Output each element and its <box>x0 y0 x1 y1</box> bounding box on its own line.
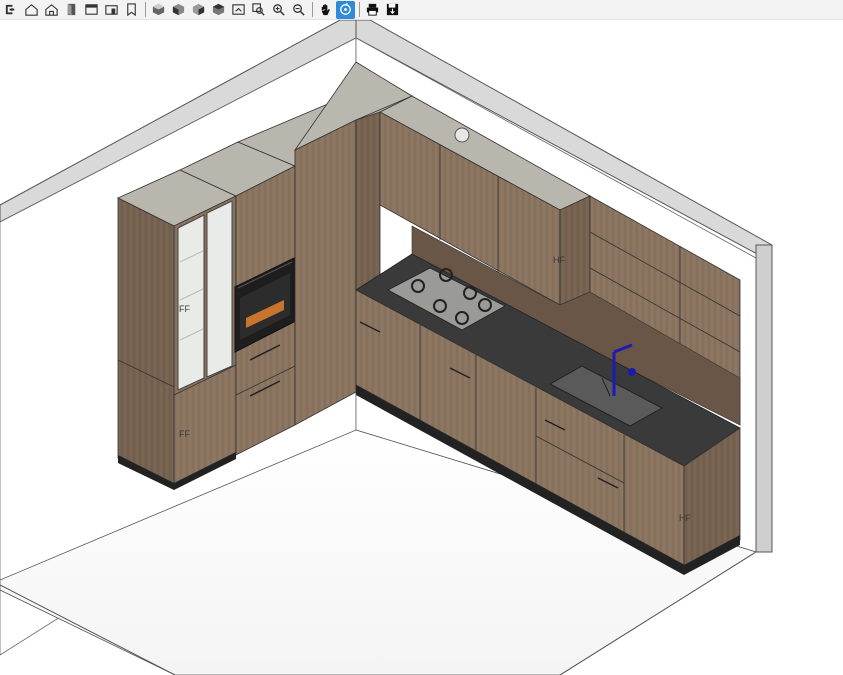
home-3d-button[interactable] <box>22 1 41 19</box>
view-iso-1-icon <box>152 3 165 16</box>
cabinet-code-label: FF <box>179 429 190 439</box>
view-iso-2-button[interactable] <box>169 1 188 19</box>
toolbar <box>0 0 843 20</box>
page-icon <box>127 3 136 17</box>
door-icon <box>67 3 76 16</box>
view-iso-3-icon <box>192 3 205 16</box>
tall-glass-cabinet[interactable]: FF FF <box>117 169 237 490</box>
view-iso-1-button[interactable] <box>149 1 168 19</box>
zoom-window-button[interactable] <box>249 1 268 19</box>
home-outline-icon <box>45 4 58 16</box>
home-3d-icon <box>25 4 38 16</box>
cabinet-code-label: HF <box>553 255 565 265</box>
wall-side-button[interactable] <box>102 1 121 19</box>
print-icon <box>366 3 379 16</box>
wall-side-icon <box>105 5 118 15</box>
pan-hand-button[interactable] <box>316 1 335 19</box>
orbit-icon <box>340 2 351 15</box>
view-iso-3-button[interactable] <box>189 1 208 19</box>
zoom-out-button[interactable] <box>289 1 308 19</box>
zoom-extents-button[interactable] <box>229 1 248 19</box>
pan-hand-icon <box>321 4 330 16</box>
zoom-out-icon <box>293 4 305 16</box>
home-outline-button[interactable] <box>42 1 61 19</box>
view-iso-4-button[interactable] <box>209 1 228 19</box>
zoom-window-icon <box>252 3 265 16</box>
3d-viewport[interactable]: FF FF HF HF <box>0 20 843 675</box>
page-button[interactable] <box>122 1 141 19</box>
wall-front-button[interactable] <box>82 1 101 19</box>
print-button[interactable] <box>363 1 382 19</box>
save-icon <box>386 3 399 16</box>
toolbar-separator <box>145 2 146 17</box>
wall-front-icon <box>85 4 98 15</box>
view-iso-4-icon <box>212 3 225 16</box>
cabinet-code-label: FF <box>179 304 190 314</box>
toolbar-separator <box>359 2 360 17</box>
door-button[interactable] <box>62 1 81 19</box>
toolbar-separator <box>312 2 313 17</box>
view-iso-2-icon <box>172 3 185 16</box>
zoom-extents-icon <box>232 4 245 15</box>
exit-button[interactable] <box>2 1 21 19</box>
zoom-in-button[interactable] <box>269 1 288 19</box>
zoom-in-icon <box>273 4 285 16</box>
cabinet-code-label: HF <box>679 513 691 523</box>
exit-icon <box>5 4 15 15</box>
save-button[interactable] <box>383 1 402 19</box>
orbit-button[interactable] <box>336 0 355 19</box>
